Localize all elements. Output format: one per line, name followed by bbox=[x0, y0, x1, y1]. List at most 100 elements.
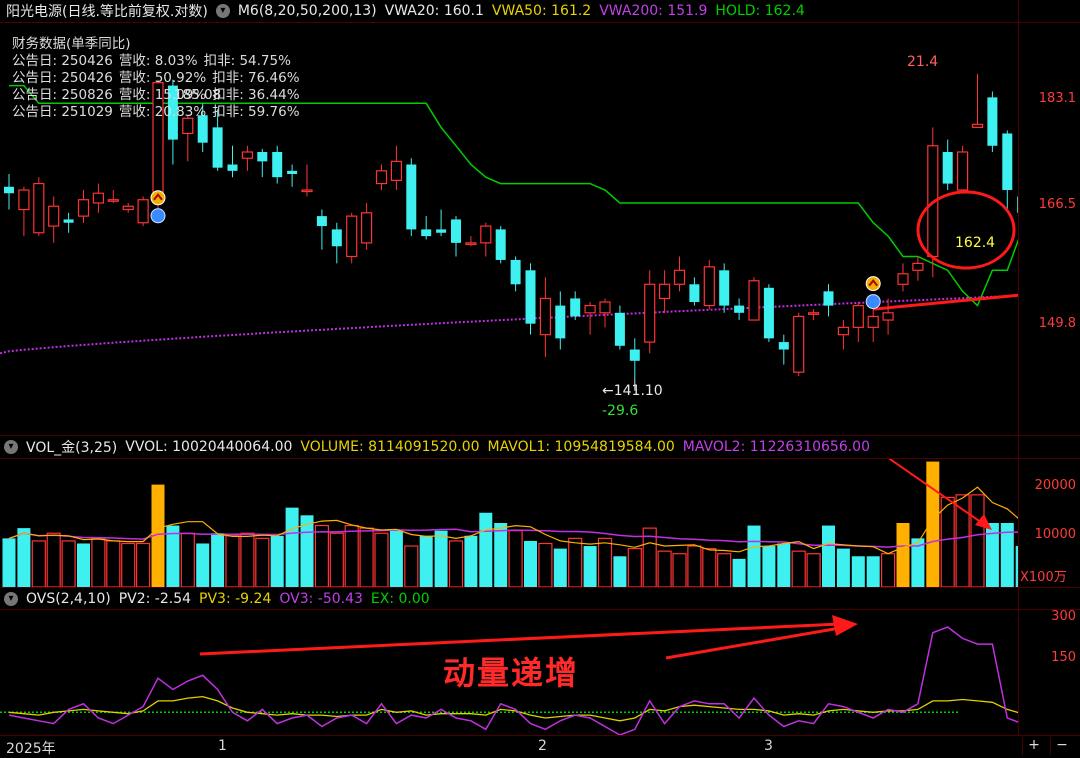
candle-body bbox=[867, 315, 879, 328]
volume-bar bbox=[166, 525, 180, 587]
candle-body bbox=[63, 219, 74, 223]
candle-body bbox=[629, 349, 640, 361]
financial-row: 公告日: 250426 营收: 50.92% 扣非: 76.46% bbox=[12, 70, 300, 86]
volume-bar bbox=[404, 545, 419, 587]
candle-body bbox=[331, 229, 342, 247]
year-label: 2025年 bbox=[6, 741, 56, 757]
candle-body bbox=[301, 189, 313, 193]
volume-bar bbox=[851, 556, 865, 587]
low-price-label: ←141.10 bbox=[602, 383, 663, 399]
financial-data-panel: 财务数据(单季同比) 公告日: 250426 营收: 8.03% 扣非: 54.75… bbox=[12, 36, 306, 121]
financial-row: 公告日: 251029 营收: 20.83% 扣非: 59.76% bbox=[12, 104, 300, 120]
candle-body bbox=[897, 273, 909, 285]
candle-body bbox=[807, 312, 820, 315]
volume-bar bbox=[1015, 546, 1018, 587]
mavol2-value: MAVOL2: 11226310656.00 bbox=[682, 439, 870, 455]
candle-body bbox=[451, 219, 461, 243]
pv3-value: PV3: -9.24 bbox=[199, 591, 272, 607]
volume-bar bbox=[434, 530, 448, 587]
candle-body bbox=[673, 269, 686, 285]
candle-body bbox=[823, 291, 834, 306]
candle-body bbox=[525, 270, 536, 324]
volume-bar bbox=[344, 524, 359, 587]
candle-body bbox=[92, 192, 105, 204]
candle-body bbox=[510, 259, 521, 285]
vwa200-value: VWA200: 151.9 bbox=[599, 3, 708, 19]
hold-value-label: 162.4 bbox=[955, 235, 996, 251]
candle-body bbox=[599, 301, 611, 314]
main-chart-header: 阳光电源(日线.等比前复权.对数) ▾ M6(8,20,50,200,13) V… bbox=[6, 0, 805, 22]
vol-indicator-name[interactable]: VOL_金(3,25) bbox=[26, 437, 117, 457]
chevron-down-icon[interactable]: ▾ bbox=[4, 592, 18, 606]
candle-body bbox=[1002, 133, 1013, 191]
volume-bar bbox=[866, 556, 880, 587]
volume-bar bbox=[494, 523, 508, 587]
volume-bar bbox=[31, 540, 46, 587]
volume-bar bbox=[329, 532, 344, 587]
volume-bar bbox=[880, 553, 896, 587]
volume-bar bbox=[270, 535, 284, 587]
month-label: 2 bbox=[538, 738, 547, 754]
volume-bar bbox=[672, 553, 687, 587]
ma-indicator-label[interactable]: M6(8,20,50,200,13) bbox=[238, 3, 377, 19]
volume-bar bbox=[2, 538, 16, 587]
candle-body bbox=[107, 199, 119, 202]
candle-body bbox=[375, 170, 388, 185]
volume-bar bbox=[419, 535, 433, 587]
volume-bar bbox=[46, 532, 61, 587]
volume-bar bbox=[702, 547, 717, 587]
candle-body bbox=[495, 229, 506, 260]
chevron-down-icon[interactable]: ▾ bbox=[4, 440, 18, 454]
candle-body bbox=[719, 270, 730, 306]
volume-bar bbox=[777, 543, 791, 587]
ovs-indicator-name[interactable]: OVS(2,4,10) bbox=[26, 591, 111, 607]
candle-body bbox=[912, 262, 924, 271]
volume-bar bbox=[389, 530, 403, 587]
candle-body bbox=[122, 205, 134, 211]
candle-body bbox=[257, 151, 268, 162]
volume-bar bbox=[747, 525, 761, 587]
candle-body bbox=[956, 151, 969, 191]
candle-body bbox=[614, 312, 625, 346]
volume-bar bbox=[553, 548, 567, 587]
volume-bar bbox=[524, 540, 537, 587]
candle-body bbox=[18, 189, 30, 211]
volume-bar bbox=[896, 523, 910, 587]
volume-bar bbox=[196, 543, 210, 587]
candle-body bbox=[241, 151, 253, 159]
volume-bar bbox=[717, 553, 732, 587]
price-axis-tick: 149.8 bbox=[1038, 316, 1076, 331]
volume-bar bbox=[940, 496, 955, 587]
volume-bar bbox=[106, 540, 121, 587]
volume-bar bbox=[822, 525, 835, 587]
volume-axis-tick: 20000 bbox=[1034, 478, 1076, 493]
volume-bar bbox=[464, 535, 478, 587]
volume-chart[interactable] bbox=[0, 459, 1018, 587]
signal-up-icon bbox=[150, 190, 166, 206]
zoom-in-button[interactable]: + bbox=[1022, 737, 1045, 755]
volume-bar bbox=[791, 550, 806, 587]
volume-bar bbox=[613, 556, 627, 587]
price-axis-tick: 183.1 bbox=[1038, 91, 1076, 106]
volume-bar bbox=[91, 537, 106, 587]
arrow-head-icon bbox=[832, 615, 858, 636]
zoom-out-button[interactable]: − bbox=[1050, 737, 1073, 755]
low-change-label: -29.6 bbox=[602, 403, 639, 419]
volume-bar bbox=[180, 532, 195, 587]
volume-bar bbox=[448, 540, 464, 587]
volume-bar bbox=[225, 535, 240, 587]
candle-body bbox=[644, 283, 656, 343]
stock-title[interactable]: 阳光电源(日线.等比前复权.对数) bbox=[6, 1, 208, 21]
ov3-value: OV3: -50.43 bbox=[279, 591, 363, 607]
vwa50-value: VWA50: 161.2 bbox=[491, 3, 592, 19]
volume-bar bbox=[926, 461, 940, 587]
candle-body bbox=[734, 305, 745, 313]
chevron-down-icon[interactable]: ▾ bbox=[215, 4, 230, 18]
candle-body bbox=[406, 164, 417, 230]
volume-bar bbox=[627, 547, 642, 587]
volume-bar bbox=[136, 542, 151, 587]
mavol1-value: MAVOL1: 10954819584.00 bbox=[487, 439, 675, 455]
candle-body bbox=[584, 304, 596, 314]
volume-bar bbox=[17, 528, 31, 587]
candle-body bbox=[316, 216, 327, 227]
